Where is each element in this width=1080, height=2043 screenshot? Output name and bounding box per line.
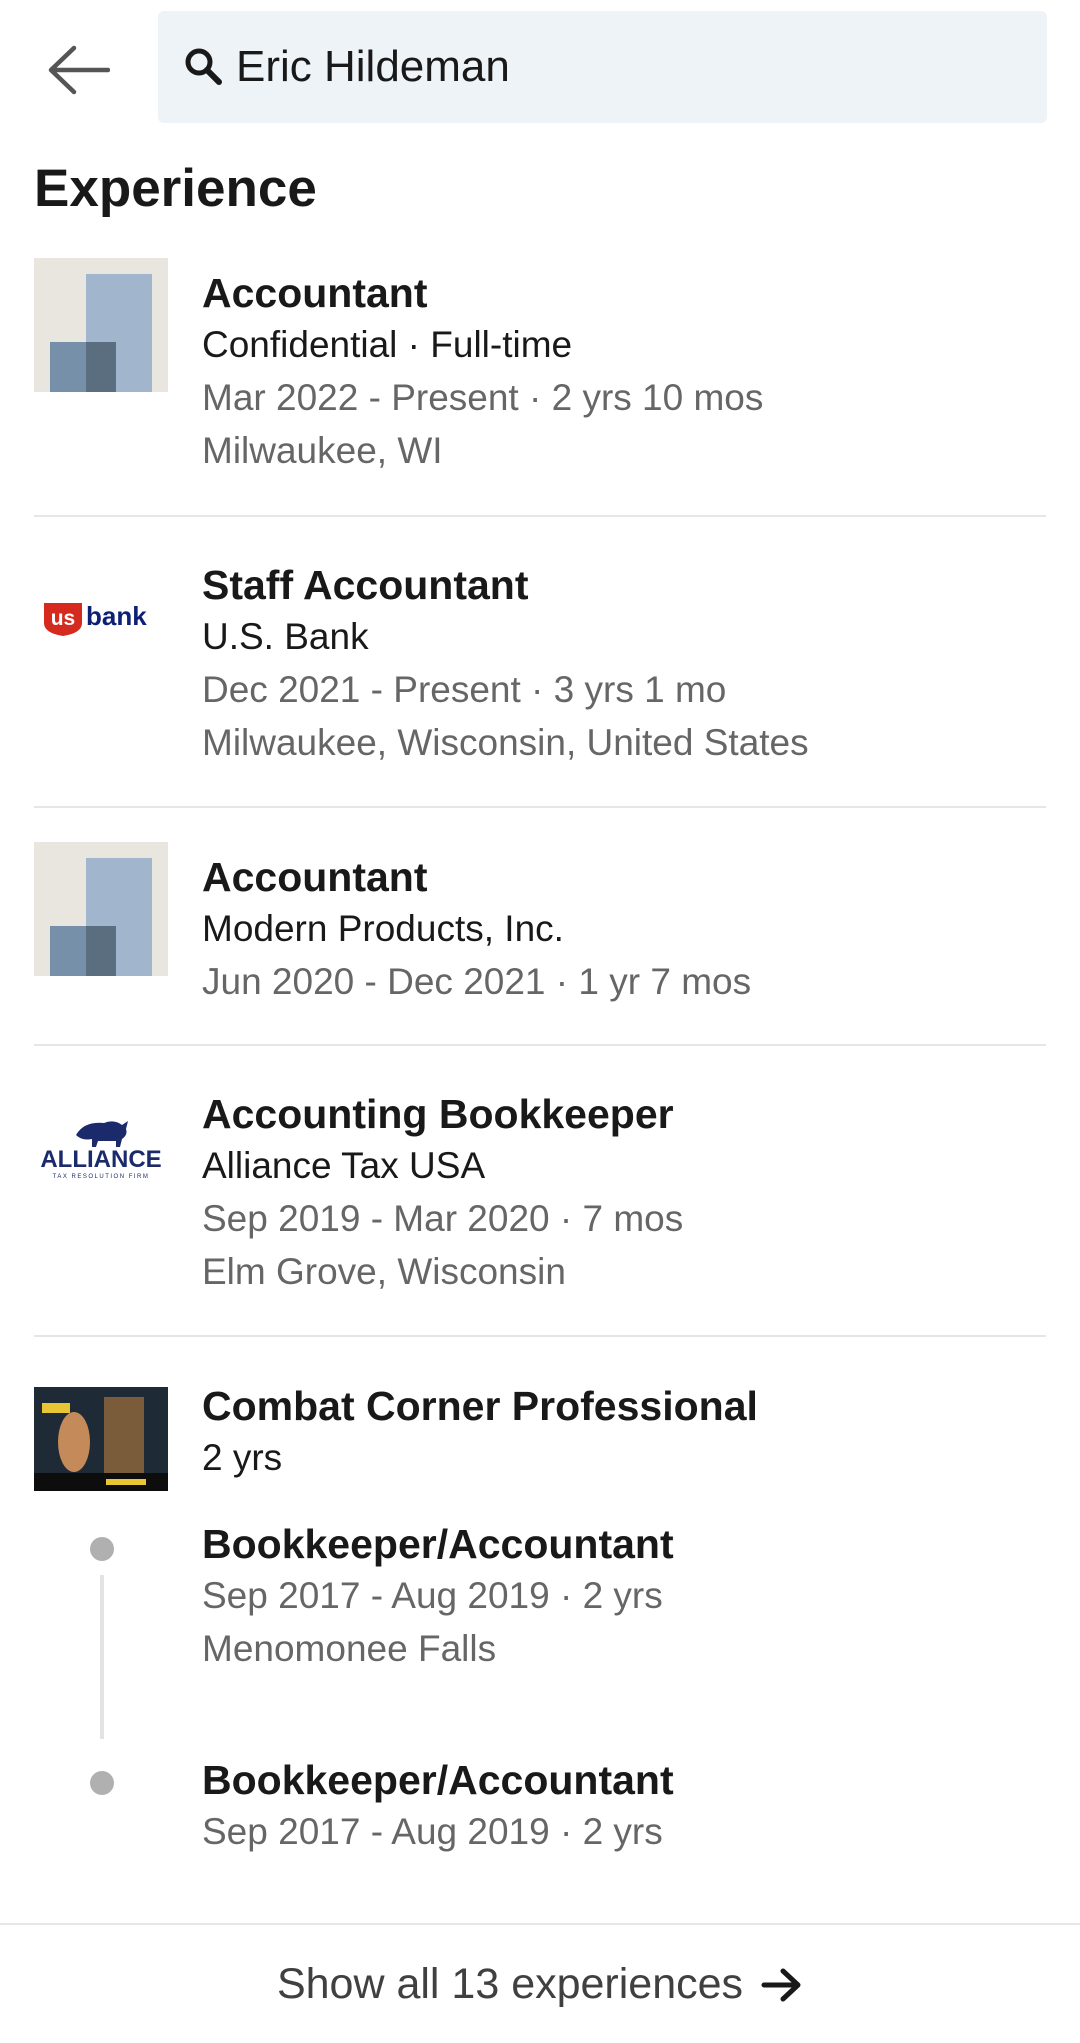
experience-list: Accountant Confidential · Full-time Mar … <box>0 258 1080 1895</box>
company-name: Alliance Tax USA <box>202 1145 486 1186</box>
top-bar: Eric Hildeman <box>0 0 1080 136</box>
job-dates: Dec 2021 - Present · 3 yrs 1 mo <box>202 669 727 710</box>
job-location: Elm Grove, Wisconsin <box>202 1251 566 1292</box>
timeline-dot <box>90 1537 114 1561</box>
job-location: Milwaukee, WI <box>202 430 443 471</box>
usbank-logo-bank-text: bank <box>86 601 147 631</box>
footer-divider <box>0 1923 1080 1925</box>
section-title: Experience <box>34 159 317 218</box>
show-all-label: Show all 13 experiences <box>276 1960 744 2008</box>
job-location: Milwaukee, Wisconsin, United States <box>202 722 809 763</box>
job-dates: Sep 2017 - Aug 2019 · 2 yrs <box>202 1811 663 1852</box>
company-name: Modern Products, Inc. <box>202 908 564 949</box>
usbank-logo: us bank <box>34 550 168 684</box>
arrow-right-icon <box>761 1968 801 2001</box>
alliance-logo: ALLIANCE TAX RESOLUTION FIRM <box>34 1079 168 1213</box>
sub-role-item[interactable]: Bookkeeper/Accountant Sep 2017 - Aug 201… <box>0 1745 1080 1895</box>
timeline-dot <box>90 1771 114 1795</box>
experience-group[interactable]: Combat Corner Professional 2 yrs <box>0 1337 1080 1509</box>
job-location: Menomonee Falls <box>202 1628 497 1669</box>
job-dates: Jun 2020 - Dec 2021 · 1 yr 7 mos <box>202 961 752 1002</box>
job-title: Bookkeeper/Accountant <box>202 1521 674 1567</box>
company-name: Confidential · Full-time <box>202 324 573 365</box>
job-title: Staff Accountant <box>202 562 529 608</box>
show-all-experiences-button[interactable]: Show all 13 experiences <box>0 1960 1080 2009</box>
company-placeholder-icon <box>34 258 168 392</box>
alliance-logo-tagline: TAX RESOLUTION FIRM <box>53 1174 150 1180</box>
job-title: Bookkeeper/Accountant <box>202 1757 674 1803</box>
search-icon <box>185 48 222 85</box>
usbank-logo-us-text: us <box>51 607 76 630</box>
alliance-logo-text: ALLIANCE <box>40 1146 161 1173</box>
experience-item[interactable]: Accountant Confidential · Full-time Mar … <box>0 258 1080 515</box>
arrow-left-icon <box>48 45 110 95</box>
timeline-line <box>100 1575 104 1739</box>
experience-item[interactable]: us bank Staff Accountant U.S. Bank Dec 2… <box>0 517 1080 806</box>
combat-corner-logo <box>34 1371 168 1491</box>
job-dates: Mar 2022 - Present · 2 yrs 10 mos <box>202 377 764 418</box>
job-dates: Sep 2017 - Aug 2019 · 2 yrs <box>202 1575 663 1616</box>
company-name: U.S. Bank <box>202 616 369 657</box>
company-placeholder-icon <box>34 842 168 976</box>
search-query: Eric Hildeman <box>236 42 510 91</box>
experience-item[interactable]: ALLIANCE TAX RESOLUTION FIRM Accounting … <box>0 1046 1080 1335</box>
job-title: Accountant <box>202 854 428 900</box>
total-duration: 2 yrs <box>202 1437 283 1478</box>
sub-role-item[interactable]: Bookkeeper/Accountant Sep 2017 - Aug 201… <box>0 1509 1080 1745</box>
experience-item[interactable]: Accountant Modern Products, Inc. Jun 202… <box>0 808 1080 1044</box>
job-title: Accountant <box>202 270 428 316</box>
job-dates: Sep 2019 - Mar 2020 · 7 mos <box>202 1198 684 1239</box>
back-button[interactable] <box>38 30 118 110</box>
company-name: Combat Corner Professional <box>202 1383 758 1429</box>
search-input[interactable]: Eric Hildeman <box>158 11 1047 123</box>
job-title: Accounting Bookkeeper <box>202 1091 674 1137</box>
